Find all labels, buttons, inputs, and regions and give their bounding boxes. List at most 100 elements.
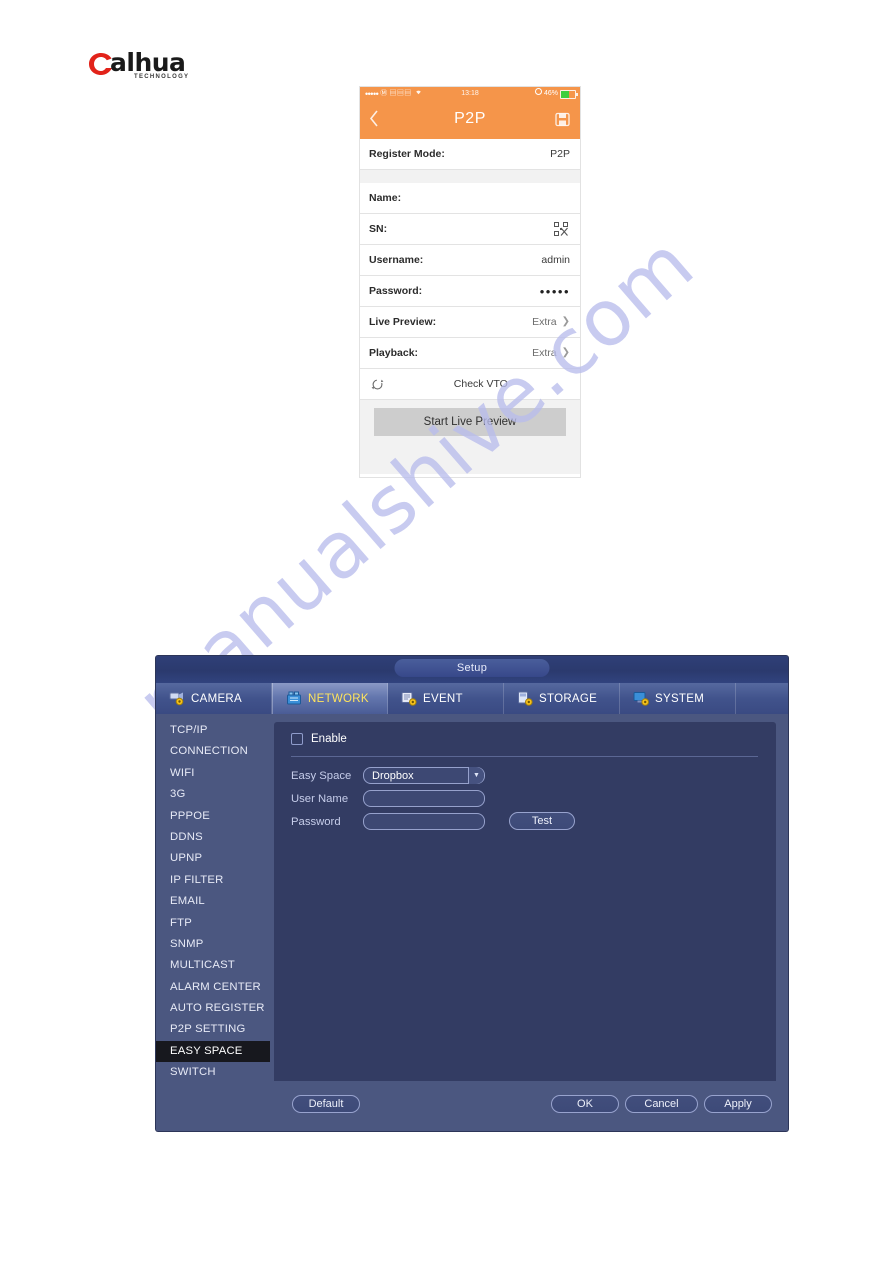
qr-scan-icon[interactable] bbox=[554, 222, 568, 236]
name-label: Name: bbox=[369, 192, 402, 204]
battery-icon bbox=[560, 89, 578, 99]
tab-storage-label: STORAGE bbox=[539, 692, 598, 705]
sidebar-item-snmp[interactable]: SNMP bbox=[156, 934, 274, 955]
tab-camera[interactable]: CAMERA bbox=[156, 683, 272, 714]
dvr-tab-strip: CAMERA NETWORK EVENT STORAGE SYSTEM bbox=[156, 683, 788, 714]
password-label: Password bbox=[291, 815, 341, 828]
tab-event-label: EVENT bbox=[423, 692, 463, 705]
tab-system-label: SYSTEM bbox=[655, 692, 705, 705]
list-item-playback[interactable]: Playback: Extra ❯ bbox=[360, 338, 580, 369]
p2p-phone-screenshot: ••••• Ⓜ ▤▤▤ 13:18 46% P2P Register Mode:… bbox=[359, 86, 581, 478]
user-name-label: User Name bbox=[291, 792, 349, 805]
list-item-name[interactable]: Name: bbox=[360, 183, 580, 214]
list-item-check-vto[interactable]: Check VTO bbox=[360, 369, 580, 400]
user-name-field: User Name bbox=[291, 790, 485, 807]
sidebar-item-email[interactable]: EMAIL bbox=[156, 891, 274, 912]
sidebar-item-pppoe[interactable]: PPPOE bbox=[156, 806, 274, 827]
enable-row[interactable]: Enable bbox=[291, 733, 347, 745]
storage-gear-icon bbox=[517, 691, 534, 706]
dahua-logo-tagline: TECHNOLOGY bbox=[134, 74, 190, 80]
live-preview-value-wrap: Extra ❯ bbox=[532, 316, 570, 328]
camera-gear-icon bbox=[169, 691, 186, 706]
sidebar-item-ddns[interactable]: DDNS bbox=[156, 827, 274, 848]
event-gear-icon bbox=[401, 691, 418, 706]
sidebar-item-auto-register[interactable]: AUTO REGISTER bbox=[156, 998, 274, 1019]
test-button[interactable]: Test bbox=[509, 812, 575, 830]
enable-label: Enable bbox=[311, 733, 347, 745]
list-item-live-preview[interactable]: Live Preview: Extra ❯ bbox=[360, 307, 580, 338]
check-vto-value: Check VTO bbox=[453, 378, 508, 390]
register-mode-label: Register Mode: bbox=[369, 148, 445, 160]
network-gear-icon bbox=[286, 691, 303, 706]
sidebar-item-ftp[interactable]: FTP bbox=[156, 913, 274, 934]
phone-form-list: Register Mode: P2P Name: SN: Username: a… bbox=[360, 139, 580, 474]
chevron-down-icon[interactable]: ▼ bbox=[468, 767, 484, 784]
tab-system[interactable]: SYSTEM bbox=[620, 683, 736, 714]
list-item-sn[interactable]: SN: bbox=[360, 214, 580, 245]
dvr-main-area: TCP/IP CONNECTION WIFI 3G PPPOE DDNS UPN… bbox=[156, 714, 788, 1131]
password-value: ••••• bbox=[539, 283, 570, 299]
sn-label: SN: bbox=[369, 223, 388, 235]
refresh-vto-icon[interactable] bbox=[370, 377, 385, 392]
list-item-username[interactable]: Username: admin bbox=[360, 245, 580, 276]
phone-page-title: P2P bbox=[454, 110, 486, 127]
easy-space-panel: Enable Easy Space Dropbox ▼ User Name Pa… bbox=[274, 722, 776, 1131]
sidebar-item-multicast[interactable]: MULTICAST bbox=[156, 955, 274, 976]
sidebar-item-wifi[interactable]: WIFI bbox=[156, 763, 274, 784]
list-separator bbox=[360, 170, 580, 183]
easy-space-select[interactable]: Dropbox ▼ bbox=[363, 767, 485, 784]
status-bar-right: 46% bbox=[534, 87, 578, 101]
live-preview-label: Live Preview: bbox=[369, 316, 437, 328]
sidebar-item-tcpip[interactable]: TCP/IP bbox=[156, 720, 274, 741]
easy-space-field: Easy Space Dropbox ▼ bbox=[291, 767, 485, 784]
start-preview-zone: Start Live Preview bbox=[360, 400, 580, 452]
playback-value: Extra bbox=[532, 347, 557, 359]
phone-nav-bar: P2P bbox=[360, 101, 580, 139]
tab-storage[interactable]: STORAGE bbox=[504, 683, 620, 714]
chevron-right-icon: ❯ bbox=[561, 316, 570, 327]
dvr-footer: Default OK Cancel Apply bbox=[156, 1081, 788, 1131]
system-gear-icon bbox=[633, 691, 650, 706]
chevron-right-icon: ❯ bbox=[561, 347, 570, 358]
user-name-input[interactable] bbox=[363, 790, 485, 807]
list-item-register-mode[interactable]: Register Mode: P2P bbox=[360, 139, 580, 170]
tab-network[interactable]: NETWORK bbox=[272, 683, 388, 714]
password-label: Password: bbox=[369, 285, 423, 297]
start-live-preview-button[interactable]: Start Live Preview bbox=[374, 408, 566, 436]
easy-space-label: Easy Space bbox=[291, 769, 352, 782]
sidebar-item-upnp[interactable]: UPNP bbox=[156, 848, 274, 869]
username-label: Username: bbox=[369, 254, 424, 266]
floppy-disk-icon[interactable] bbox=[555, 112, 570, 127]
dvr-setup-window: Setup CAMERA NETWORK EVENT STORAGE SYSTE… bbox=[156, 656, 788, 1131]
phone-bottom-filler bbox=[360, 452, 580, 474]
default-button[interactable]: Default bbox=[292, 1095, 360, 1113]
easy-space-selected-value: Dropbox bbox=[372, 770, 414, 782]
enable-checkbox[interactable] bbox=[291, 733, 303, 745]
dvr-window-title: Setup bbox=[394, 659, 550, 677]
sidebar-item-ip-filter[interactable]: IP FILTER bbox=[156, 870, 274, 891]
list-item-password[interactable]: Password: ••••• bbox=[360, 276, 580, 307]
ok-button[interactable]: OK bbox=[551, 1095, 619, 1113]
dvr-title-bar: Setup bbox=[156, 656, 788, 683]
sidebar-item-3g[interactable]: 3G bbox=[156, 784, 274, 805]
alarm-icon bbox=[534, 87, 542, 101]
tab-event[interactable]: EVENT bbox=[388, 683, 504, 714]
sidebar-item-p2p-setting[interactable]: P2P SETTING bbox=[156, 1019, 274, 1040]
panel-divider bbox=[291, 756, 758, 757]
sidebar-item-easy-space[interactable]: EASY SPACE bbox=[156, 1040, 270, 1063]
password-input[interactable] bbox=[363, 813, 485, 830]
phone-status-bar: ••••• Ⓜ ▤▤▤ 13:18 46% bbox=[360, 87, 580, 101]
dahua-logo: alhua TECHNOLOGY bbox=[88, 50, 208, 84]
playback-value-wrap: Extra ❯ bbox=[532, 347, 570, 359]
register-mode-value: P2P bbox=[550, 148, 570, 160]
sidebar-item-alarm-center[interactable]: ALARM CENTER bbox=[156, 977, 274, 998]
username-value: admin bbox=[541, 254, 570, 266]
sidebar-item-connection[interactable]: CONNECTION bbox=[156, 741, 274, 762]
battery-percent-label: 46% bbox=[543, 90, 558, 97]
tab-network-label: NETWORK bbox=[308, 692, 369, 705]
cancel-button[interactable]: Cancel bbox=[625, 1095, 698, 1113]
playback-label: Playback: bbox=[369, 347, 419, 359]
password-field: Password Test bbox=[291, 812, 575, 830]
tab-camera-label: CAMERA bbox=[191, 692, 243, 705]
apply-button[interactable]: Apply bbox=[704, 1095, 772, 1113]
